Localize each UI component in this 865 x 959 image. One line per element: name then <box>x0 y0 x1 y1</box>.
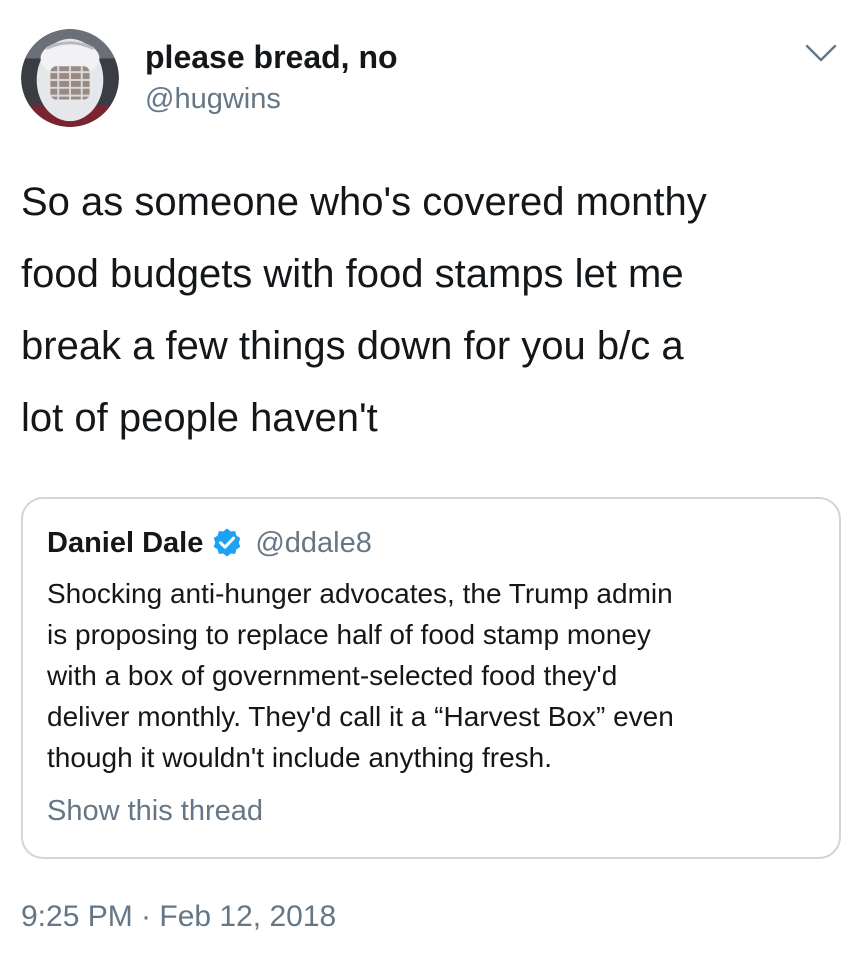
quoted-tweet-text: Shocking anti-hunger advocates, the Trum… <box>47 578 674 773</box>
verified-badge-icon <box>211 527 243 559</box>
quoted-author-name: Daniel Dale <box>47 526 204 559</box>
display-name[interactable]: please bread, no <box>145 39 398 76</box>
show-thread-link[interactable]: Show this thread <box>47 795 263 828</box>
avatar[interactable] <box>21 29 119 127</box>
goalie-mask-avatar-icon <box>21 29 119 127</box>
tweet-timestamp[interactable]: 9:25 PM · Feb 12, 2018 <box>21 900 336 934</box>
chevron-down-icon[interactable] <box>804 42 838 64</box>
tweet-text: So as someone who's covered monthy food … <box>21 180 707 440</box>
quoted-author-handle: @ddale8 <box>255 526 372 559</box>
user-handle[interactable]: @hugwins <box>145 83 281 116</box>
quoted-tweet-header: Daniel Dale @ddale8 <box>47 523 372 563</box>
quoted-tweet-card[interactable]: Daniel Dale @ddale8 Shocking anti-hunger… <box>21 497 841 859</box>
